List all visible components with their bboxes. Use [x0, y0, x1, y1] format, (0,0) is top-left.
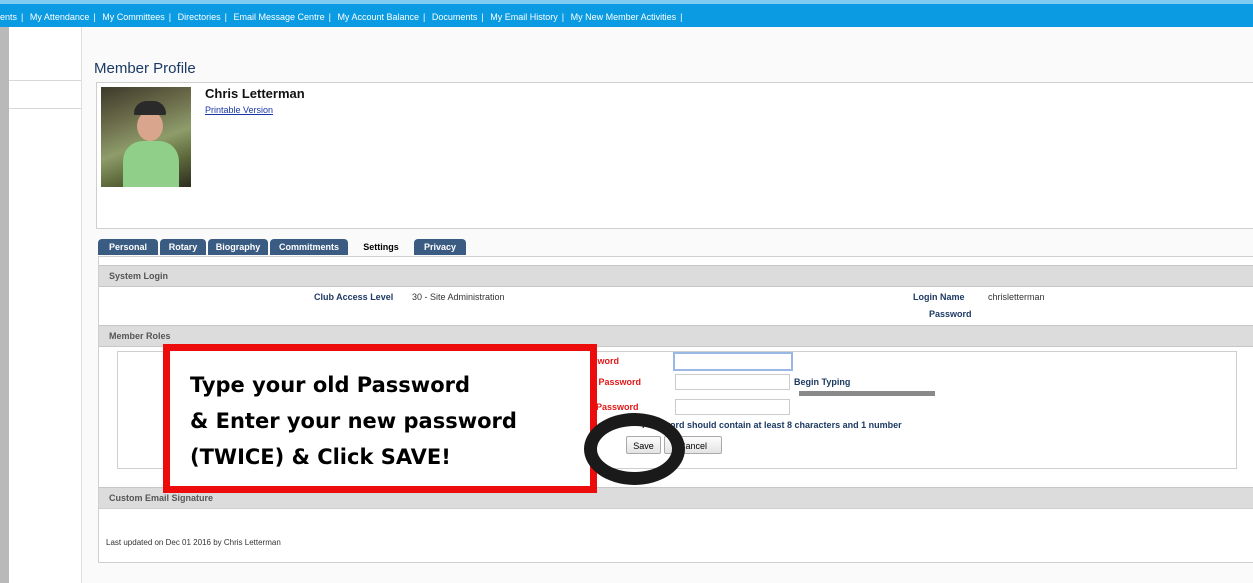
sidebar-divider: [9, 108, 81, 109]
tab-settings[interactable]: Settings: [350, 239, 412, 255]
nav-link-my-attendance[interactable]: My Attendance: [30, 12, 90, 22]
password-strength-bar: [799, 391, 935, 396]
nav-link-email-message-centre[interactable]: Email Message Centre: [234, 12, 325, 22]
nav-link-directories[interactable]: Directories: [178, 12, 221, 22]
profile-header-box: Chris Letterman Printable Version: [96, 82, 1253, 229]
begin-typing-text: Begin Typing: [794, 377, 851, 387]
tab-rotary[interactable]: Rotary: [160, 239, 206, 255]
nav-link-my-email-history[interactable]: My Email History: [490, 12, 558, 22]
tab-biography[interactable]: Biography: [208, 239, 268, 255]
top-nav-links: ents | My Attendance | My Committees | Dire…: [0, 12, 683, 22]
last-updated-text: Last updated on Dec 01 2016 by Chris Let…: [106, 538, 281, 547]
sidebar-divider: [9, 80, 81, 81]
confirm-password-input[interactable]: [675, 399, 790, 415]
save-highlight-circle: [584, 413, 685, 485]
club-access-level-value: 30 - Site Administration: [412, 292, 505, 302]
section-header-system-login: System Login: [99, 265, 1253, 287]
new-password-input[interactable]: [675, 374, 790, 390]
tab-commitments[interactable]: Commitments: [270, 239, 348, 255]
page-title: Member Profile: [94, 60, 196, 77]
tab-privacy[interactable]: Privacy: [414, 239, 466, 255]
password-label: Password: [929, 309, 972, 319]
nav-link-documents[interactable]: Documents: [432, 12, 478, 22]
main-content: Member Profile Chris Letterman Printable…: [82, 27, 1253, 583]
nav-link-my-committees[interactable]: My Committees: [102, 12, 165, 22]
top-nav-strip: [0, 0, 1253, 4]
club-access-level-label: Club Access Level: [314, 292, 394, 302]
login-name-value: chrisletterman: [988, 292, 1045, 302]
printable-version-link[interactable]: Printable Version: [205, 105, 273, 115]
callout-line-2: & Enter your new password: [190, 409, 517, 433]
callout-line-3: (TWICE) & Click SAVE!: [190, 445, 451, 469]
left-sidebar: [9, 27, 82, 583]
tab-personal[interactable]: Personal: [98, 239, 158, 255]
password-hint: Password should contain at least 8 chara…: [642, 420, 902, 430]
instruction-callout: Type your old Password & Enter your new …: [163, 344, 597, 493]
old-password-input[interactable]: [673, 352, 793, 371]
callout-line-1: Type your old Password: [190, 373, 471, 397]
nav-link-my-account-balance[interactable]: My Account Balance: [337, 12, 419, 22]
left-edge-bar: [0, 27, 9, 583]
top-nav-bar: ents | My Attendance | My Committees | Dire…: [0, 0, 1253, 27]
member-photo: [101, 87, 191, 187]
section-divider: [99, 508, 1253, 509]
nav-link-my-new-member-activities[interactable]: My New Member Activities: [571, 12, 677, 22]
login-name-label: Login Name: [913, 292, 965, 302]
member-name: Chris Letterman: [205, 86, 305, 101]
nav-link-ents[interactable]: ents: [0, 12, 17, 22]
